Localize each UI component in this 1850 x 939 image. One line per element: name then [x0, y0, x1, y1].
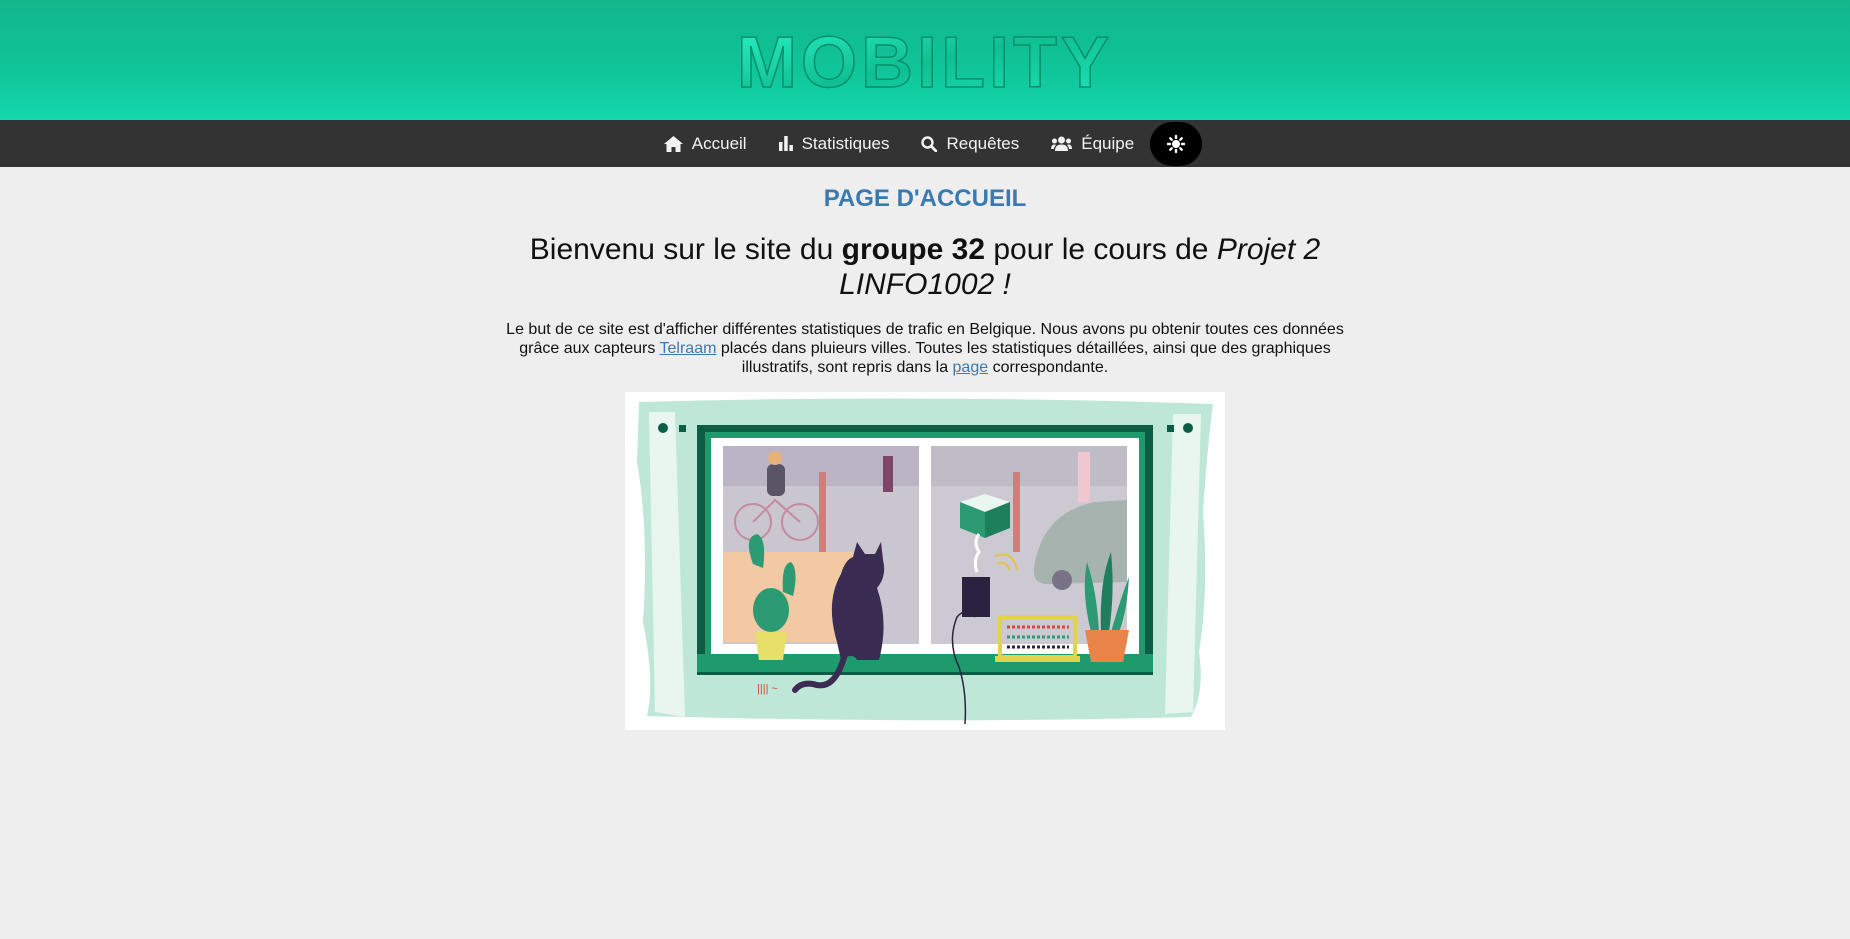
- telraam-link[interactable]: Telraam: [660, 340, 717, 357]
- nav-requetes[interactable]: Requêtes: [905, 120, 1035, 167]
- intro-text-3: correspondante.: [988, 359, 1109, 376]
- svg-text:MOBILITY: MOBILITY: [737, 25, 1113, 95]
- nav-equipe[interactable]: Équipe: [1035, 120, 1150, 167]
- sun-icon: [1167, 134, 1186, 153]
- welcome-heading: Bienvenu sur le site du groupe 32 pour l…: [515, 232, 1335, 302]
- nav-statistiques-label: Statistiques: [801, 133, 890, 153]
- users-icon: [1051, 136, 1073, 151]
- nav-accueil-label: Accueil: [691, 133, 747, 153]
- bar-chart-icon: [778, 136, 793, 151]
- mobility-logo: MOBILITY: [736, 25, 1113, 95]
- nav-requetes-label: Requêtes: [946, 133, 1020, 153]
- welcome-text-2: pour le cours de: [985, 233, 1217, 266]
- welcome-group: groupe 32: [841, 233, 986, 266]
- theme-toggle-button[interactable]: [1150, 121, 1203, 166]
- nav-accueil[interactable]: Accueil: [648, 120, 763, 167]
- home-icon: [663, 135, 683, 152]
- main-nav: Accueil Statistiques Requêtes Équipe: [0, 120, 1850, 167]
- welcome-text-1: Bienvenu sur le site du: [529, 233, 842, 266]
- intro-paragraph: Le but de ce site est d'afficher différe…: [500, 320, 1350, 377]
- main-content: PAGE D'ACCUEIL Bienvenu sur le site du g…: [0, 167, 1850, 730]
- nav-statistiques[interactable]: Statistiques: [763, 120, 906, 167]
- search-icon: [921, 135, 938, 152]
- nav-equipe-label: Équipe: [1081, 133, 1135, 153]
- site-header: MOBILITY: [0, 0, 1850, 120]
- illustration-drawing: |||| ~: [637, 398, 1213, 725]
- page-link[interactable]: page: [953, 359, 989, 376]
- window-illustration: |||| ~: [625, 392, 1225, 730]
- page-title: PAGE D'ACCUEIL: [823, 185, 1027, 212]
- svg-text:|||| ~: |||| ~: [757, 683, 778, 695]
